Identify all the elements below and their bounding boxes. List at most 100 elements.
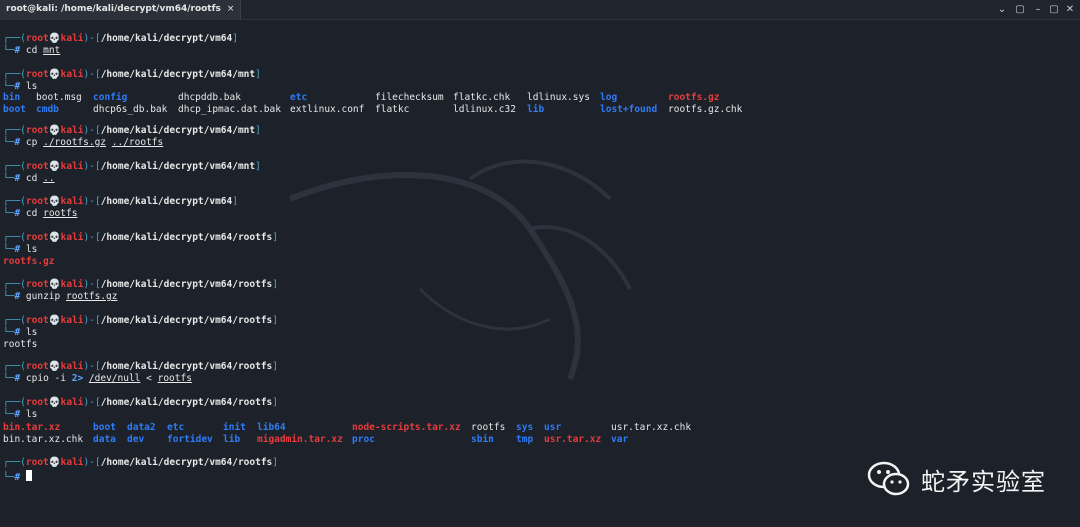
prompt-host: kali [60, 397, 84, 408]
prompt-sep: )-[ [83, 161, 101, 172]
prompt-host: kali [60, 69, 84, 80]
prompt-bracket: ] [272, 315, 279, 326]
prompt-user: root [25, 161, 49, 172]
command-line: └─# cd .. [3, 173, 55, 185]
prompt-host: kali [60, 33, 84, 44]
prompt-corner: ┌──( [3, 161, 26, 172]
prompt-corner: ┌──( [3, 315, 26, 326]
prompt-line: ┌──(root💀kali)-[/home/kali/decrypt/vm64/… [3, 69, 261, 81]
prompt-path: /home/kali/decrypt/vm64/rootfs [100, 232, 273, 243]
ls-entry: etc [167, 422, 185, 433]
prompt-corner: └─ [3, 208, 15, 219]
skull-icon: 💀 [48, 232, 61, 243]
command-line: └─# ls [3, 327, 37, 339]
prompt-bracket: ] [272, 232, 279, 243]
command-arg: /dev/null [88, 373, 141, 384]
skull-icon: 💀 [48, 397, 61, 408]
command-arg: rootfs [157, 373, 192, 384]
prompt-host: kali [60, 315, 84, 326]
terminal-tab[interactable]: root@kali: /home/kali/decrypt/vm64/rootf… [0, 0, 242, 19]
command-arg: ./rootfs.gz [43, 137, 107, 148]
command-arg: 2> [71, 373, 84, 384]
command-line: └─# cd mnt [3, 45, 60, 57]
command-name: cp [25, 137, 38, 148]
ls-entry: bin.tar.xz.chk [3, 434, 84, 445]
prompt-path: /home/kali/decrypt/vm64/rootfs [100, 457, 273, 468]
prompt-user: root [25, 196, 49, 207]
prompt-sep: )-[ [83, 361, 101, 372]
prompt-line: ┌──(root💀kali)-[/home/kali/decrypt/vm64/… [3, 125, 261, 137]
command-arg: mnt [43, 45, 61, 56]
prompt-sep: )-[ [83, 457, 101, 468]
ls-entry: proc [352, 434, 375, 445]
ls-entry: bin [3, 92, 21, 103]
prompt-line: ┌──(root💀kali)-[/home/kali/decrypt/vm64/… [3, 279, 278, 291]
ls-entry: ldlinux.sys [527, 92, 590, 103]
prompt-sep: )-[ [83, 69, 101, 80]
command-line: └─# cd rootfs [3, 208, 77, 220]
ls-entry: usr.tar.xz.chk [611, 422, 692, 433]
prompt-bracket: ] [272, 457, 279, 468]
prompt-host: kali [60, 361, 84, 372]
ls-entry: usr.tar.xz [544, 434, 602, 445]
skull-icon: 💀 [48, 279, 61, 290]
prompt-corner: └─ [3, 373, 15, 384]
prompt-user: root [25, 125, 49, 136]
prompt-line: ┌──(root💀kali)-[/home/kali/decrypt/vm64] [3, 196, 238, 208]
prompt-sep: )-[ [83, 33, 101, 44]
ls-entry: log [600, 92, 618, 103]
wechat-icon [867, 461, 910, 496]
ls-entry: boot [3, 104, 26, 115]
text-cursor[interactable] [25, 470, 32, 481]
ls-entry: flatkc [375, 104, 410, 115]
ls-entry: sys [516, 422, 534, 433]
prompt-corner: └─ [3, 472, 15, 483]
prompt-bracket: ] [232, 33, 238, 44]
ls-entry: boot [93, 422, 116, 433]
command-name: cd [25, 45, 38, 56]
prompt-host: kali [60, 161, 84, 172]
ls-entry: extlinux.conf [290, 104, 365, 115]
prompt-corner: ┌──( [3, 69, 26, 80]
maximize-icon[interactable]: ▢ [1046, 0, 1062, 19]
prompt-corner: ┌──( [3, 232, 26, 243]
skull-icon: 💀 [48, 457, 61, 468]
close-window-icon[interactable]: ✕ [1062, 0, 1078, 19]
prompt-host: kali [60, 279, 84, 290]
prompt-user: root [25, 69, 49, 80]
tab-close-icon[interactable]: × [227, 4, 235, 14]
prompt-user: root [25, 33, 49, 44]
prompt-corner: ┌──( [3, 33, 26, 44]
ls-entry: sbin [471, 434, 494, 445]
prompt-sep: )-[ [83, 397, 101, 408]
minimize-icon[interactable]: – [1030, 0, 1046, 19]
prompt-host: kali [60, 196, 84, 207]
prompt-corner: ┌──( [3, 279, 26, 290]
prompt-path: /home/kali/decrypt/vm64/mnt [100, 161, 256, 172]
prompt-line: ┌──(root💀kali)-[/home/kali/decrypt/vm64/… [3, 161, 261, 173]
ls-entry: flatkc.chk [453, 92, 511, 103]
ls-entry: tmp [516, 434, 534, 445]
prompt-corner: ┌──( [3, 196, 26, 207]
ls-entry: rootfs.gz [668, 92, 720, 103]
command-name: ls [25, 409, 38, 420]
ls-entry: bin.tar.xz [3, 422, 61, 433]
terminal-area[interactable]: ┌──(root💀kali)-[/home/kali/decrypt/vm64]… [0, 19, 1080, 527]
prompt-path: /home/kali/decrypt/vm64/mnt [100, 69, 256, 80]
prompt-corner: ┌──( [3, 361, 26, 372]
ls-entry: dhcp6s_db.bak [93, 104, 168, 115]
prompt-bracket: ] [272, 361, 279, 372]
ls-entry: rootfs.gz [3, 256, 55, 267]
prompt-path: /home/kali/decrypt/vm64/rootfs [100, 361, 273, 372]
ls-entry: data [93, 434, 116, 445]
prompt-bracket: ] [255, 125, 261, 136]
prompt-host: kali [60, 232, 84, 243]
ls-entry: rootfs [471, 422, 506, 433]
prompt-user: root [25, 315, 49, 326]
prompt-corner: └─ [3, 291, 15, 302]
prompt-bracket: ] [255, 161, 261, 172]
menu-chevron-icon[interactable]: ⌄ [994, 0, 1010, 19]
prompt-host: kali [60, 457, 84, 468]
tile-icon[interactable]: ▢ [1012, 0, 1028, 19]
ls-entry: dev [127, 434, 145, 445]
